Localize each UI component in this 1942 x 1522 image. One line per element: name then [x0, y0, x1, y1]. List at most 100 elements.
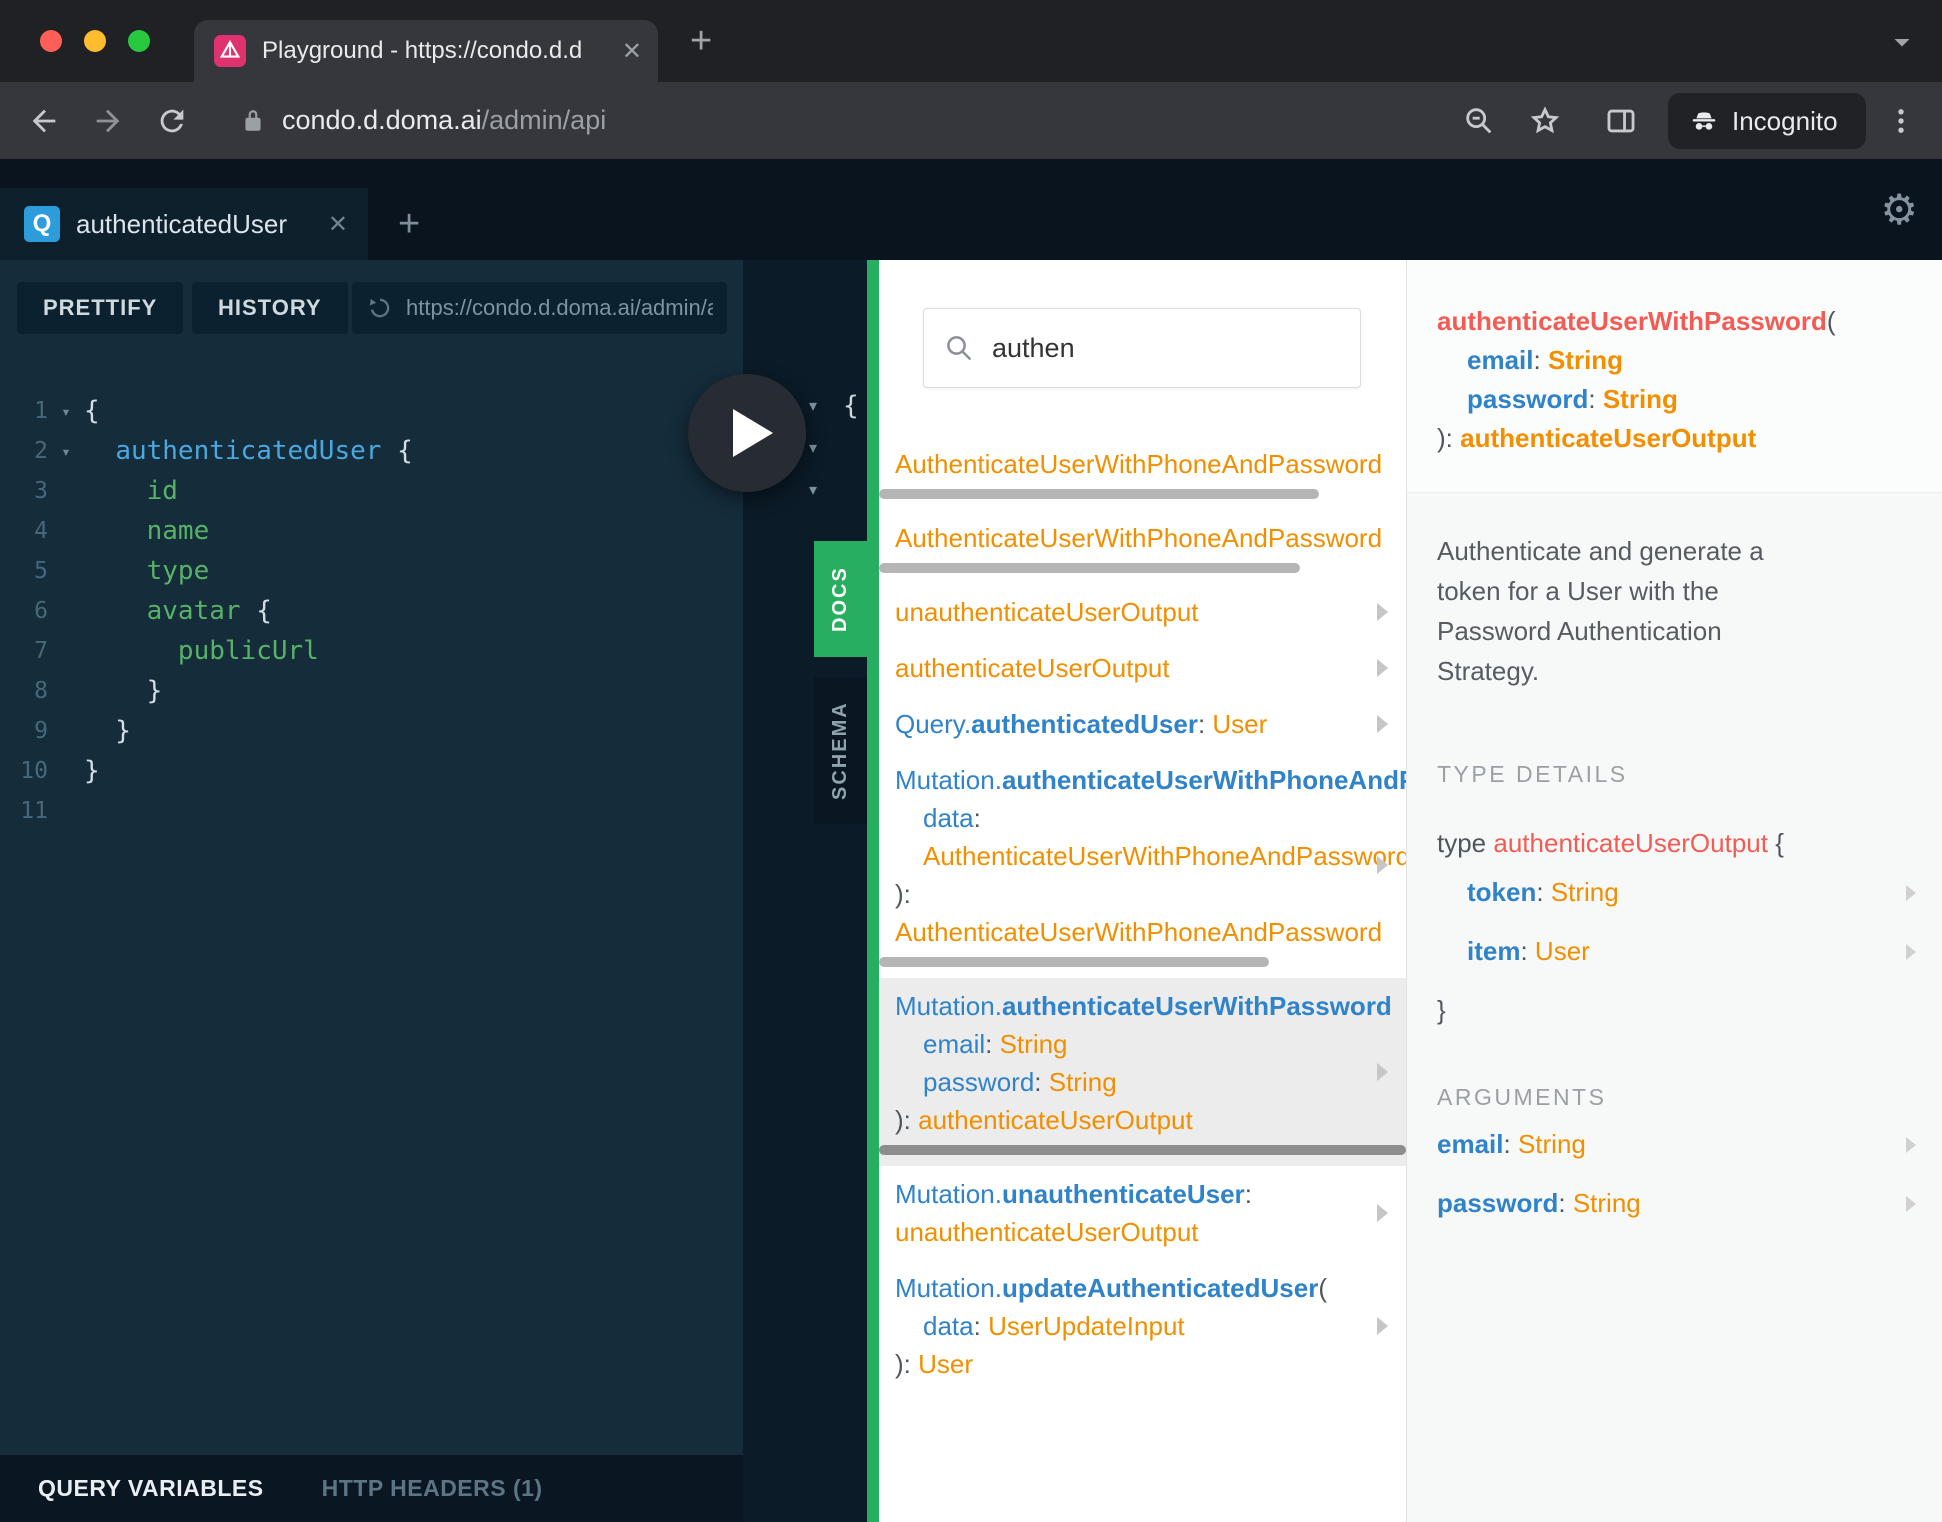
signature-line: email: String: [1437, 341, 1912, 380]
query-editor[interactable]: 1▾{2▾ authenticatedUser {3 id4 name5 typ…: [0, 391, 743, 831]
text-segment: authenticateUserOutput: [1460, 423, 1756, 453]
chevron-right-icon[interactable]: [1906, 944, 1916, 960]
text-segment: :: [974, 803, 981, 833]
doc-search-result[interactable]: Query.authenticatedUser: User: [879, 696, 1406, 752]
doc-search-result[interactable]: Mutation.authenticateUserWithPasswordema…: [879, 978, 1406, 1166]
endpoint-bar[interactable]: https://condo.d.doma.ai/admin/api: [352, 282, 727, 334]
line-number: 8: [0, 678, 48, 704]
text-segment: ):: [895, 879, 911, 909]
doc-result-line: unauthenticateUserOutput: [895, 1213, 1406, 1251]
back-button[interactable]: [27, 104, 61, 138]
chevron-right-icon[interactable]: [1906, 885, 1916, 901]
h-scrollbar[interactable]: [879, 563, 1300, 573]
docs-search-input[interactable]: [990, 332, 1340, 365]
browser-tab[interactable]: Playground - https://condo.d.d ✕: [194, 20, 658, 82]
docs-tab[interactable]: DOCS: [814, 541, 867, 657]
doc-search-result[interactable]: Mutation.updateAuthenticatedUser(data: U…: [879, 1260, 1406, 1392]
code-text: type: [84, 556, 209, 586]
doc-search-result[interactable]: Mutation.unauthenticateUser:unauthentica…: [879, 1166, 1406, 1260]
collapse-arrow-icon[interactable]: ▾: [809, 480, 835, 500]
text-segment: AuthenticateUserWithPhoneAndPassword: [895, 917, 1382, 947]
schema-tab[interactable]: SCHEMA: [814, 677, 867, 824]
h-scrollbar[interactable]: [879, 1145, 1406, 1155]
fold-arrow-icon[interactable]: ▾: [48, 402, 84, 421]
h-scrollbar[interactable]: [879, 957, 1269, 967]
new-query-tab-button[interactable]: +: [398, 188, 420, 260]
text-segment: ):: [1437, 423, 1460, 453]
execute-button[interactable]: [688, 374, 806, 492]
menu-kebab-icon[interactable]: [1884, 104, 1918, 138]
window-minimize-button[interactable]: [84, 30, 106, 52]
h-scrollbar[interactable]: [879, 489, 1319, 499]
history-button[interactable]: HISTORY: [192, 282, 348, 334]
text-segment: :: [1034, 1067, 1048, 1097]
doc-search-result[interactable]: authenticateUserOutput: [879, 640, 1406, 696]
new-tab-button[interactable]: +: [690, 16, 712, 66]
endpoint-refresh-icon[interactable]: [366, 294, 394, 322]
signature-line: authenticateUserWithPassword(: [1437, 302, 1912, 341]
address-bar[interactable]: condo.d.doma.ai/admin/api: [282, 82, 606, 159]
argument-row[interactable]: password: String: [1407, 1178, 1942, 1229]
argument-rows: email: String password: String: [1407, 1119, 1942, 1229]
collapse-arrow-icon[interactable]: ▾: [809, 396, 835, 416]
query-tab[interactable]: Q authenticatedUser ✕: [0, 188, 368, 260]
argument-row[interactable]: email: String: [1407, 1119, 1942, 1170]
query-tab-close-icon[interactable]: ✕: [328, 210, 348, 239]
chevron-right-icon[interactable]: [1377, 659, 1388, 677]
docs-panel-divider[interactable]: [867, 260, 879, 1522]
chevron-right-icon[interactable]: [1377, 1204, 1388, 1222]
prettify-button[interactable]: PRETTIFY: [17, 282, 183, 334]
text-segment: Query.: [895, 709, 971, 739]
fold-arrow-icon[interactable]: ▾: [48, 442, 84, 461]
endpoint-url: https://condo.d.doma.ai/admin/api: [406, 295, 713, 321]
chevron-right-icon[interactable]: [1906, 1196, 1916, 1212]
query-variables-tab[interactable]: QUERY VARIABLES: [38, 1475, 264, 1502]
text-segment: User: [1535, 936, 1590, 966]
code-line: 11: [0, 791, 743, 831]
doc-search-result[interactable]: Mutation.authenticateUserWithPhoneAndPas…: [879, 752, 1406, 978]
text-segment: String: [1548, 345, 1623, 375]
editor-footer: QUERY VARIABLES HTTP HEADERS (1): [0, 1455, 743, 1522]
chevron-right-icon[interactable]: [1377, 1063, 1388, 1081]
window-zoom-button[interactable]: [128, 30, 150, 52]
type-field-row[interactable]: item: User: [1407, 926, 1942, 977]
response-fold-row: ▾{: [809, 385, 859, 427]
text-segment: String: [1551, 877, 1619, 907]
reload-button[interactable]: [155, 104, 189, 138]
docs-results: AuthenticateUserWithPhoneAndPasswordAuth…: [879, 436, 1406, 1392]
signature-line: password: String: [1437, 380, 1912, 419]
tab-close-icon[interactable]: ✕: [622, 37, 642, 66]
doc-result-line: Mutation.authenticateUserWithPhoneAndPas…: [895, 761, 1406, 799]
browser-tab-strip: Playground - https://condo.d.d ✕ +: [0, 0, 1942, 82]
chevron-right-icon[interactable]: [1377, 1317, 1388, 1335]
window-close-button[interactable]: [40, 30, 62, 52]
text-segment: String: [1573, 1188, 1641, 1218]
type-declaration[interactable]: type authenticateUserOutput {: [1437, 828, 1912, 859]
chevron-right-icon[interactable]: [1377, 715, 1388, 733]
tab-search-chevron-icon[interactable]: [1884, 24, 1920, 65]
doc-search-result[interactable]: AuthenticateUserWithPhoneAndPassword: [879, 510, 1406, 584]
zoom-icon[interactable]: [1462, 104, 1496, 138]
settings-gear-icon[interactable]: ⚙: [1880, 159, 1918, 260]
text-segment: email: [1437, 1129, 1504, 1159]
doc-result-line: email: String: [895, 1025, 1406, 1063]
doc-detail-panel: authenticateUserWithPassword(email: Stri…: [1406, 260, 1942, 1522]
bookmark-star-icon[interactable]: [1528, 104, 1562, 138]
side-panel-icon[interactable]: [1604, 104, 1638, 138]
http-headers-tab[interactable]: HTTP HEADERS (1): [322, 1475, 543, 1502]
code-line: 4 name: [0, 511, 743, 551]
type-field-row[interactable]: token: String: [1407, 867, 1942, 918]
doc-search-result[interactable]: unauthenticateUserOutput: [879, 584, 1406, 640]
forward-button[interactable]: [91, 104, 125, 138]
lock-icon[interactable]: [240, 108, 266, 134]
line-number: 4: [0, 518, 48, 544]
code-text: authenticatedUser {: [84, 436, 413, 466]
text-segment: String: [1603, 384, 1678, 414]
chevron-right-icon[interactable]: [1377, 856, 1388, 874]
chevron-right-icon[interactable]: [1377, 603, 1388, 621]
chevron-right-icon[interactable]: [1906, 1137, 1916, 1153]
doc-search-result[interactable]: AuthenticateUserWithPhoneAndPassword: [879, 436, 1406, 510]
line-number: 9: [0, 718, 48, 744]
text-segment: {: [84, 396, 100, 426]
collapse-arrow-icon[interactable]: ▾: [809, 438, 835, 458]
